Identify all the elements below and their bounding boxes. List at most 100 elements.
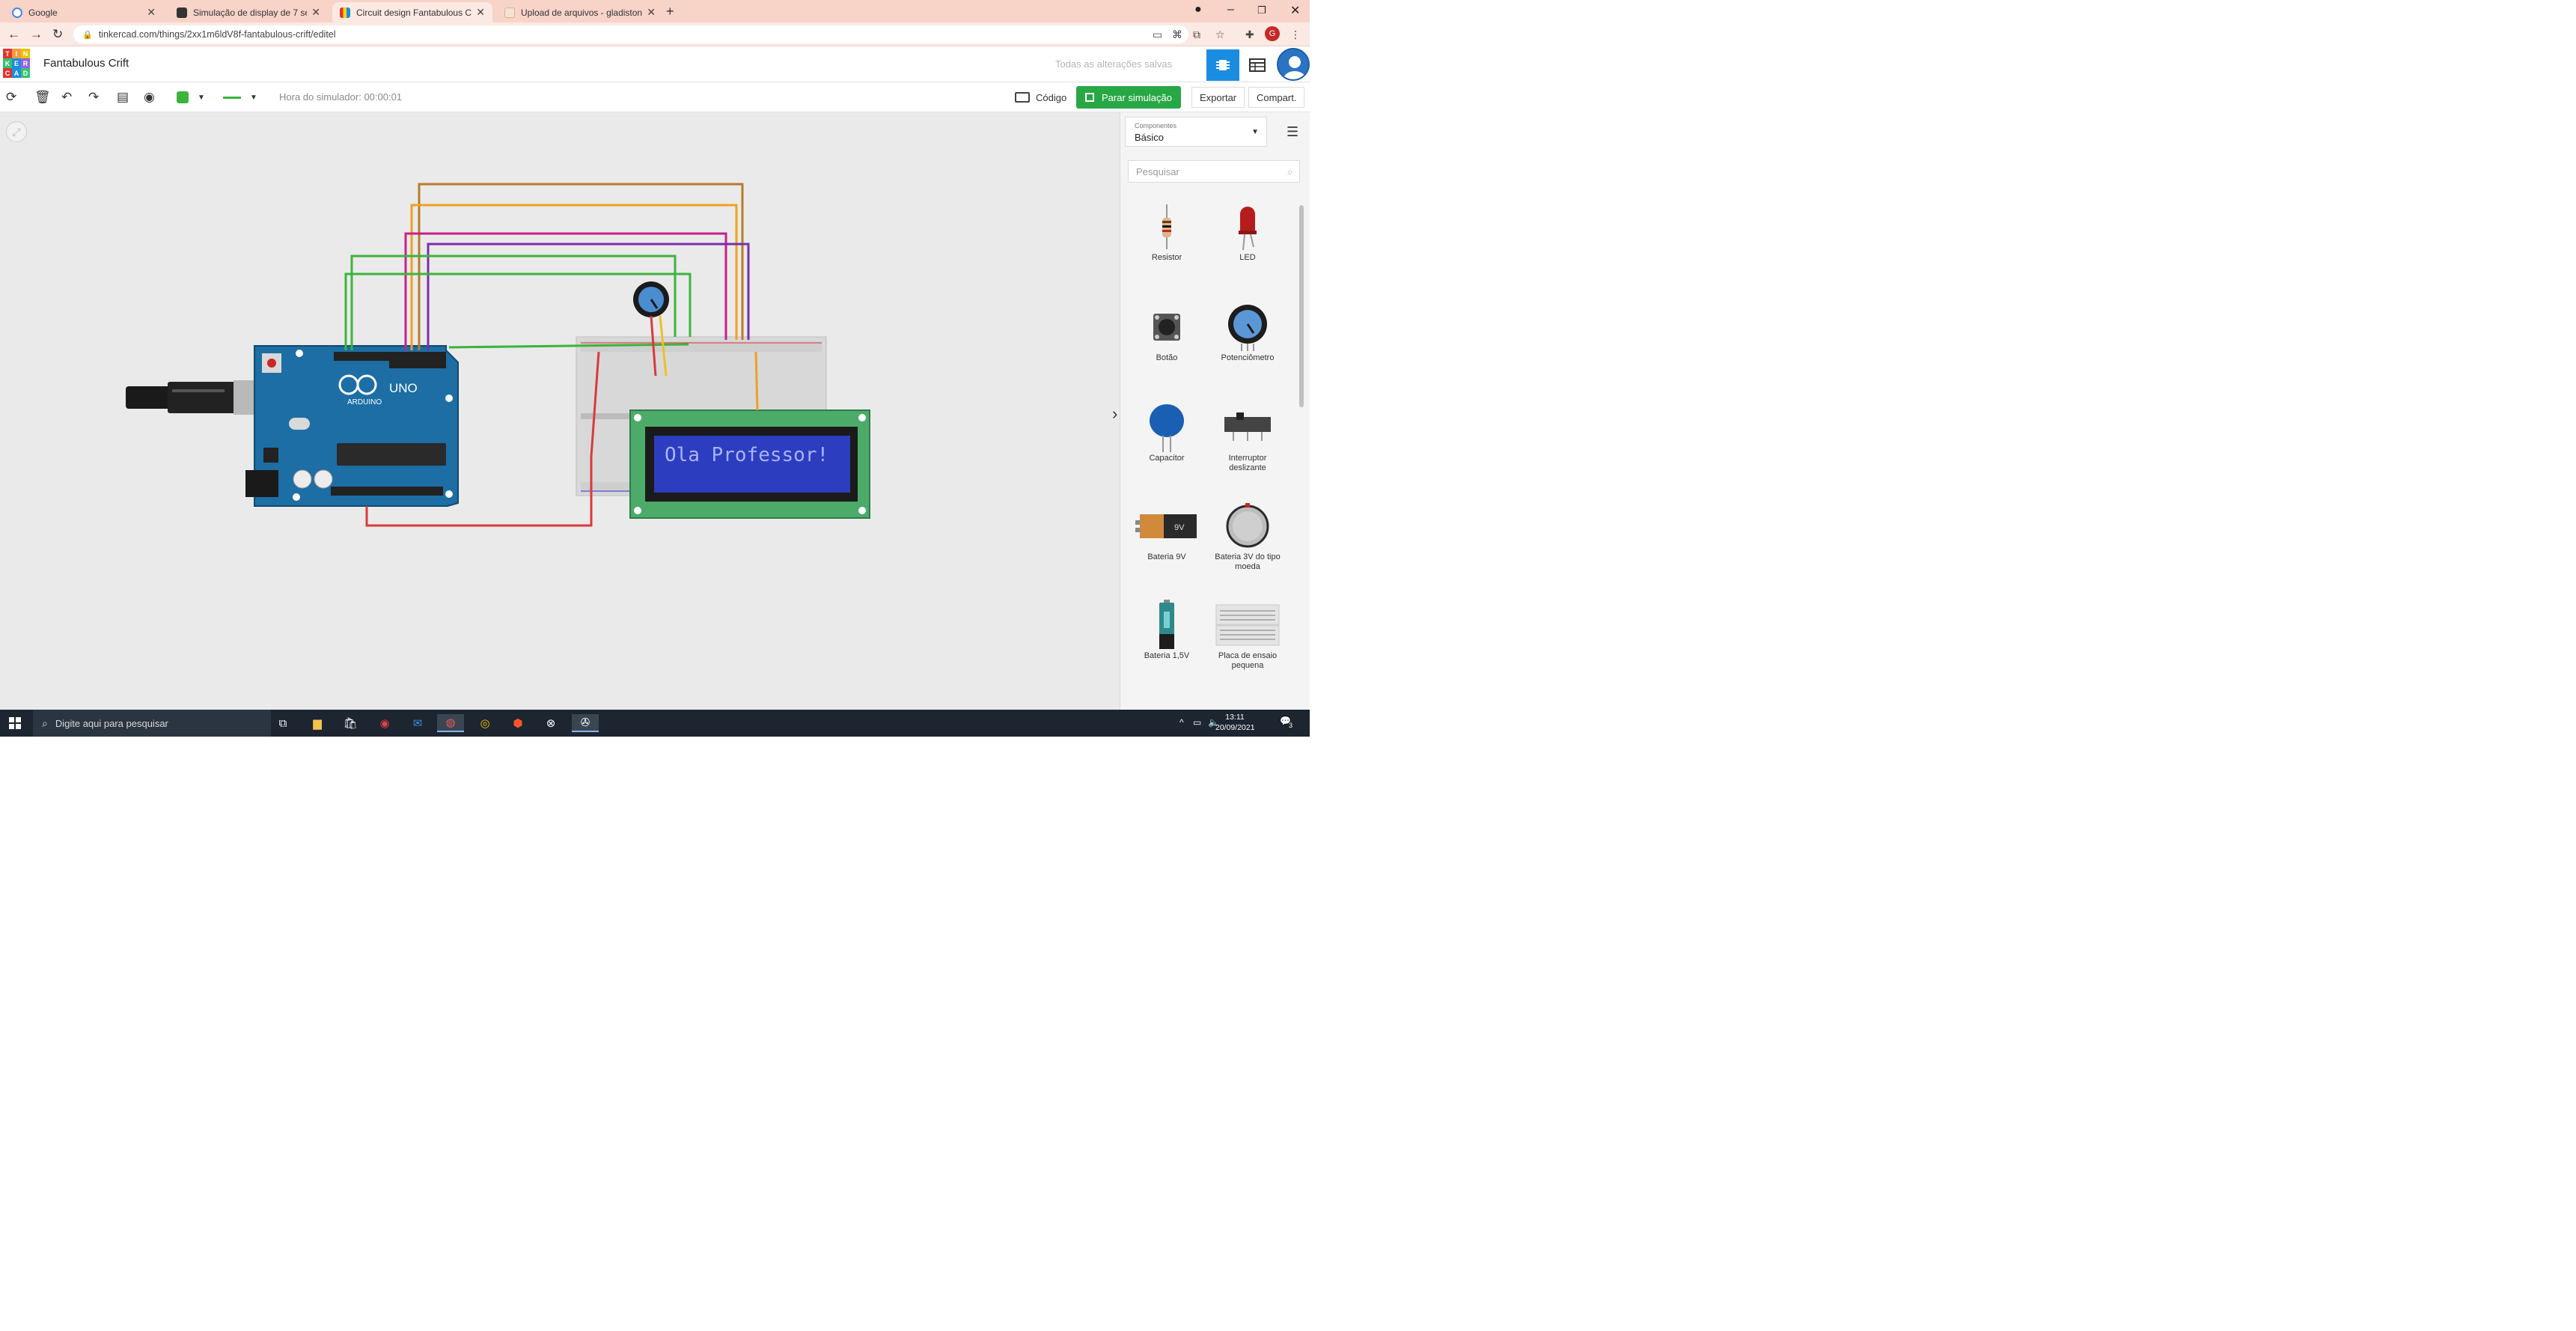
logo-letter: R bbox=[21, 58, 30, 68]
share-button[interactable]: Compart. bbox=[1248, 87, 1305, 108]
export-button[interactable]: Exportar bbox=[1191, 87, 1245, 108]
component-item[interactable]: Bateria 1,5V bbox=[1129, 599, 1204, 661]
windows-start-icon[interactable] bbox=[9, 717, 21, 729]
chevron-down-icon[interactable]: ▼ bbox=[250, 94, 257, 102]
redo-icon[interactable]: ↷ bbox=[88, 90, 99, 105]
window-close-icon[interactable]: ✕ bbox=[1290, 3, 1300, 18]
user-avatar[interactable] bbox=[1277, 48, 1310, 81]
store-icon[interactable]: 🛍 bbox=[337, 714, 364, 732]
dropdown-label: Componentes bbox=[1135, 122, 1177, 130]
tab-google[interactable]: Google ✕ bbox=[4, 2, 163, 22]
taskbar-search-input[interactable]: ⌕ Digite aqui para pesquisar bbox=[33, 710, 271, 737]
circuit-canvas[interactable]: ⤢ ARDUINO UNO Ola Professor! › bbox=[0, 112, 1120, 710]
panel-scrollbar[interactable] bbox=[1298, 201, 1306, 508]
potentiometer-icon bbox=[1228, 305, 1267, 351]
browser-address-bar: ← → ↻ 🔒 tinkercad.com/things/2xx1m6ldV8f… bbox=[0, 22, 1310, 46]
editor-toolbar: ⟳ 🗑 ↶ ↷ ▤ ◉ ▼ ▼ Hora do simulador: 00:00… bbox=[0, 82, 1310, 112]
new-tab-icon[interactable]: + bbox=[666, 4, 674, 19]
project-name[interactable]: Fantabulous Crift bbox=[43, 57, 129, 70]
component-item[interactable]: Resistor bbox=[1129, 201, 1204, 263]
tab-upload[interactable]: Upload de arquivos - gladiston9 ✕ bbox=[497, 2, 663, 22]
search-icon: ⌕ bbox=[1287, 165, 1293, 177]
notes-icon[interactable]: ▤ bbox=[117, 90, 129, 105]
code-button-label: Código bbox=[1036, 91, 1067, 103]
mail-icon[interactable]: ✉ bbox=[404, 714, 431, 732]
visibility-eye-icon[interactable]: ◉ bbox=[144, 90, 155, 105]
chevron-down-icon[interactable]: ▼ bbox=[198, 94, 205, 102]
url-field[interactable]: 🔒 tinkercad.com/things/2xx1m6ldV8f-fanta… bbox=[73, 25, 1188, 43]
security-app-icon[interactable]: ◉ bbox=[371, 714, 398, 732]
file-explorer-icon[interactable]: ▆ bbox=[304, 714, 331, 732]
component-name: Resistor bbox=[1151, 253, 1182, 262]
user-silhouette-icon bbox=[1284, 56, 1306, 79]
wire-color-swatch[interactable] bbox=[177, 91, 189, 103]
translate-icon[interactable]: ⧉ bbox=[1193, 28, 1200, 41]
schematic-view-button[interactable] bbox=[1241, 49, 1274, 81]
circuit-chip-icon bbox=[1216, 60, 1230, 70]
cast-icon[interactable]: ▭ bbox=[1153, 28, 1162, 41]
scrollbar-thumb[interactable] bbox=[1299, 205, 1304, 407]
component-item[interactable]: Interruptor deslizante bbox=[1210, 401, 1285, 473]
task-view-icon[interactable]: ⧉ bbox=[269, 714, 296, 732]
circuit-drawing[interactable]: ARDUINO UNO Ola Professor! bbox=[0, 112, 1120, 710]
bookmark-star-icon[interactable]: ☆ bbox=[1215, 28, 1225, 41]
code-button[interactable]: Código bbox=[1012, 88, 1069, 107]
tray-chevron-up-icon[interactable]: ^ bbox=[1179, 717, 1184, 728]
tinkercad-app-icon[interactable]: ✇ bbox=[572, 714, 599, 732]
component-item[interactable]: Capacitor bbox=[1129, 401, 1204, 463]
brave-icon[interactable]: ⬢ bbox=[504, 714, 531, 732]
tab-7-segment[interactable]: Simulação de display de 7 segme ✕ bbox=[169, 2, 328, 22]
tab-close-icon[interactable]: ✕ bbox=[476, 6, 485, 19]
stop-simulation-button[interactable]: Parar simulação bbox=[1076, 86, 1181, 109]
tab-label: Upload de arquivos - gladiston9 bbox=[521, 7, 643, 18]
chevron-right-icon[interactable]: › bbox=[1112, 404, 1117, 424]
forward-arrow-icon[interactable]: → bbox=[30, 27, 43, 42]
tab-circuit-design[interactable]: Circuit design Fantabulous Crift | ✕ bbox=[332, 2, 492, 22]
minimize-icon[interactable]: – bbox=[1227, 3, 1234, 16]
list-view-icon[interactable]: ☰ bbox=[1287, 124, 1298, 140]
wire-type-selector[interactable] bbox=[223, 97, 241, 99]
restore-icon[interactable]: ❐ bbox=[1257, 4, 1266, 16]
saved-status: Todas as alterações salvas bbox=[1055, 58, 1173, 70]
lcd-16x2[interactable]: Ola Professor! bbox=[629, 409, 870, 519]
browser-menu-icon[interactable]: ⋮ bbox=[1290, 28, 1301, 41]
browser-tab-bar: Google ✕ Simulação de display de 7 segme… bbox=[0, 0, 1310, 22]
tab-close-icon[interactable]: ✕ bbox=[311, 6, 320, 19]
network-icon[interactable]: ▭ bbox=[1193, 717, 1201, 728]
stop-square-icon bbox=[1085, 93, 1094, 102]
extensions-icon[interactable]: ✚ bbox=[1245, 28, 1254, 41]
undo-icon[interactable]: ↶ bbox=[61, 90, 72, 105]
component-item[interactable]: Placa de ensaio pequena bbox=[1210, 599, 1285, 671]
component-item[interactable]: Bateria 3V do tipo moeda bbox=[1210, 500, 1285, 572]
tab-close-icon[interactable]: ✕ bbox=[147, 6, 156, 19]
potentiometer[interactable] bbox=[633, 281, 669, 317]
component-item[interactable]: Botão bbox=[1129, 301, 1204, 363]
capacitor-icon bbox=[1150, 404, 1184, 452]
tinkercad-logo[interactable]: T I N K E R C A D bbox=[3, 49, 30, 79]
chevron-down-icon: ▼ bbox=[1251, 128, 1259, 136]
component-item[interactable]: Potenciômetro bbox=[1210, 301, 1285, 363]
delete-icon[interactable]: 🗑 bbox=[34, 90, 51, 105]
chrome-profile-icon[interactable]: ◍ bbox=[437, 714, 464, 732]
profile-icon[interactable]: G bbox=[1265, 26, 1280, 41]
components-dropdown[interactable]: Componentes Básico ▼ bbox=[1125, 117, 1267, 147]
chrome-icon[interactable]: ◎ bbox=[471, 714, 498, 732]
rotate-icon[interactable]: ⟳ bbox=[6, 90, 16, 105]
component-item[interactable]: 9V Bateria 9V bbox=[1129, 500, 1204, 562]
circuit-view-button[interactable] bbox=[1206, 49, 1239, 81]
arduino-uno-board[interactable]: ARDUINO UNO bbox=[245, 345, 459, 507]
clock-time: 13:11 bbox=[1225, 713, 1245, 722]
component-name: Bateria 1,5V bbox=[1144, 651, 1190, 660]
media-control-icon[interactable]: ● bbox=[1194, 3, 1202, 16]
tab-close-icon[interactable]: ✕ bbox=[647, 6, 656, 19]
reload-icon[interactable]: ↻ bbox=[52, 27, 63, 42]
component-search-input[interactable]: Pesquisar ⌕ bbox=[1128, 160, 1300, 183]
back-arrow-icon[interactable]: ← bbox=[7, 27, 20, 42]
component-item[interactable]: LED bbox=[1210, 201, 1285, 263]
xbox-icon[interactable]: ⊗ bbox=[537, 714, 564, 732]
logo-letter: A bbox=[12, 68, 21, 78]
share-page-icon[interactable]: ⌘ bbox=[1172, 28, 1182, 41]
small-breadboard-icon bbox=[1215, 604, 1280, 646]
upload-favicon-icon bbox=[504, 7, 515, 18]
taskbar-clock[interactable]: 13:11 20/09/2021 bbox=[1215, 712, 1255, 733]
